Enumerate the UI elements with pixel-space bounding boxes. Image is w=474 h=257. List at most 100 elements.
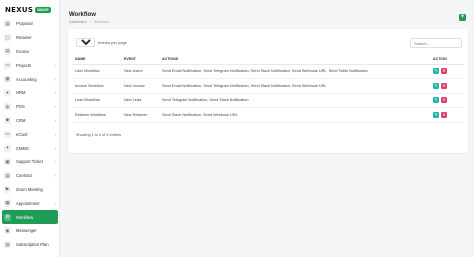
- cell-action: ✎ ✕: [430, 93, 464, 109]
- edit-icon[interactable]: ✎: [433, 112, 439, 119]
- sidebar-item-support-ticket[interactable]: ▣ Support Ticket ›: [0, 155, 59, 169]
- sidebar-item-label: Zoom Meeting: [16, 186, 43, 192]
- logo-text: NEXUS: [5, 5, 34, 14]
- table-row: Invoice Workflow New Invoice Send Email No…: [72, 78, 464, 94]
- sidebar-item-hrm[interactable]: ● HRM ›: [0, 86, 59, 100]
- sidebar-item-accounting[interactable]: ▦ Accounting ›: [0, 72, 59, 86]
- workflow-icon: ⚙: [4, 213, 11, 221]
- cell-name: User Workflow: [72, 64, 121, 80]
- chat-icon: ◉: [4, 227, 11, 235]
- sidebar-item-cmms[interactable]: ✦ CMMS ›: [0, 141, 59, 155]
- delete-icon[interactable]: ✕: [441, 97, 447, 104]
- cell-actions: Send Telegram Notification, Send Slack N…: [159, 93, 430, 109]
- table-row: Lead Workflow New Lead Send Telegram Notif…: [72, 93, 464, 109]
- table-header-row: NAME EVENT ACTIONS ACTION: [72, 55, 464, 65]
- table-info: Showing 1 to 4 of 4 entries: [76, 133, 121, 137]
- sidebar-item-contract[interactable]: ▤ Contract ›: [0, 169, 59, 183]
- file-icon: ▢: [4, 34, 11, 42]
- sidebar-item-label: Support Ticket: [16, 159, 43, 165]
- document-icon: ▤: [4, 20, 11, 28]
- breadcrumb: Dashboard › Workflow: [69, 20, 109, 24]
- page-size-label: entries per page: [98, 40, 127, 45]
- sidebar-nav: ▤ Proposal ▢ Retainer ▤ Invoice ▭ Projects › ▦ Acc…: [0, 17, 59, 252]
- edit-icon[interactable]: ✎: [433, 68, 439, 75]
- breadcrumb-separator: ›: [89, 20, 91, 24]
- sidebar-item-zoom-meeting[interactable]: ▶ Zoom Meeting: [0, 183, 59, 197]
- delete-icon[interactable]: ✕: [441, 112, 447, 119]
- chevron-right-icon: ›: [54, 90, 56, 96]
- cell-action: ✎ ✕: [430, 64, 464, 80]
- workflow-card: 10 entries per page NAME EVENT ACTIONS A…: [68, 29, 468, 153]
- chevron-right-icon: ›: [54, 104, 56, 110]
- workflow-table: NAME EVENT ACTIONS ACTION User Workflow N…: [72, 55, 464, 123]
- page-size-select[interactable]: 10: [76, 38, 95, 47]
- breadcrumb-dashboard[interactable]: Dashboard: [69, 20, 87, 24]
- sidebar-item-proposal[interactable]: ▤ Proposal: [0, 17, 59, 31]
- cell-actions: Send Email Notification, Send Telegram N…: [159, 64, 430, 80]
- sidebar: NEXUS WAVE ▤ Proposal ▢ Retainer ▤ Invoice ▭ Pr…: [0, 0, 60, 257]
- page-size-control: 10 entries per page: [76, 38, 127, 47]
- column-header-actions[interactable]: ACTIONS: [159, 55, 430, 65]
- contract-icon: ▤: [4, 172, 11, 180]
- sidebar-item-projects[interactable]: ▭ Projects ›: [0, 58, 59, 72]
- cell-event: New Invoice: [121, 78, 159, 94]
- cell-name: Lead Workflow: [72, 93, 121, 109]
- search-input[interactable]: [410, 38, 462, 48]
- table-row: Retainer Workflow New Retainer Send Slack …: [72, 107, 464, 123]
- card-icon: ▭: [4, 130, 11, 138]
- wrench-icon: ✦: [4, 144, 11, 152]
- sidebar-item-appointment[interactable]: ▦ Appointment ›: [0, 196, 59, 210]
- folder-icon: ▭: [4, 61, 11, 69]
- users-icon: ●: [4, 89, 11, 97]
- page-title: Workflow: [69, 12, 96, 18]
- sidebar-item-label: POS: [16, 104, 25, 110]
- logo[interactable]: NEXUS WAVE: [5, 5, 51, 14]
- sidebar-item-messenger[interactable]: ◉ Messenger: [0, 224, 59, 238]
- column-header-event[interactable]: EVENT: [121, 55, 159, 65]
- sidebar-item-pos[interactable]: ◍ POS ›: [0, 100, 59, 114]
- sidebar-item-label: Retainer: [16, 35, 32, 41]
- sidebar-item-label: Appointment: [16, 200, 40, 206]
- sidebar-item-label: eCard: [16, 131, 28, 137]
- sidebar-item-label: Projects: [16, 62, 32, 68]
- sidebar-item-ecard[interactable]: ▭ eCard ›: [0, 127, 59, 141]
- cell-actions: Send Slack Notification, Send Webhook UR…: [159, 107, 430, 123]
- sidebar-item-label: Proposal: [16, 21, 33, 27]
- sidebar-item-workflow[interactable]: ⚙ Workflow: [2, 210, 58, 224]
- sidebar-item-label: CRM: [16, 117, 26, 123]
- sidebar-item-invoice[interactable]: ▤ Invoice: [0, 45, 59, 59]
- sidebar-item-retainer[interactable]: ▢ Retainer: [0, 31, 59, 45]
- sidebar-item-label: Messenger: [16, 228, 37, 234]
- delete-icon[interactable]: ✕: [441, 82, 447, 89]
- sidebar-item-label: Invoice: [16, 48, 30, 54]
- chevron-right-icon: ›: [54, 76, 56, 82]
- column-header-name[interactable]: NAME: [72, 55, 121, 65]
- sidebar-item-label: Accounting: [16, 76, 37, 82]
- table-row: User Workflow New Users Send Email Notific…: [72, 64, 464, 80]
- cell-name: Invoice Workflow: [72, 78, 121, 94]
- sidebar-item-label: CMMS: [16, 145, 29, 151]
- invoice-icon: ▤: [4, 47, 11, 55]
- cell-actions: Send Email Notification, Send Telegram N…: [159, 78, 430, 94]
- chevron-right-icon: ›: [54, 117, 56, 123]
- delete-icon[interactable]: ✕: [441, 68, 447, 75]
- edit-icon[interactable]: ✎: [433, 97, 439, 104]
- ticket-icon: ▣: [4, 158, 11, 166]
- sidebar-item-label: Contract: [16, 173, 32, 179]
- cart-icon: ◍: [4, 103, 11, 111]
- edit-icon[interactable]: ✎: [433, 82, 439, 89]
- column-header-action: ACTION: [430, 55, 464, 65]
- chevron-right-icon: ›: [54, 200, 56, 206]
- logo-badge: WAVE: [35, 6, 51, 13]
- calendar-icon: ▦: [4, 199, 11, 207]
- cell-event: New Lead: [121, 93, 159, 109]
- chevron-right-icon: ›: [54, 145, 56, 151]
- sidebar-item-subscription-plan[interactable]: ▤ Subscription Plan: [0, 238, 59, 252]
- plan-icon: ▤: [4, 241, 11, 249]
- sidebar-item-crm[interactable]: ◆ CRM ›: [0, 114, 59, 128]
- cell-event: New Users: [121, 64, 159, 80]
- cell-action: ✎ ✕: [430, 78, 464, 94]
- sidebar-item-label: HRM: [16, 90, 26, 96]
- add-workflow-button[interactable]: +: [459, 14, 466, 21]
- sidebar-item-label: Workflow: [16, 214, 34, 220]
